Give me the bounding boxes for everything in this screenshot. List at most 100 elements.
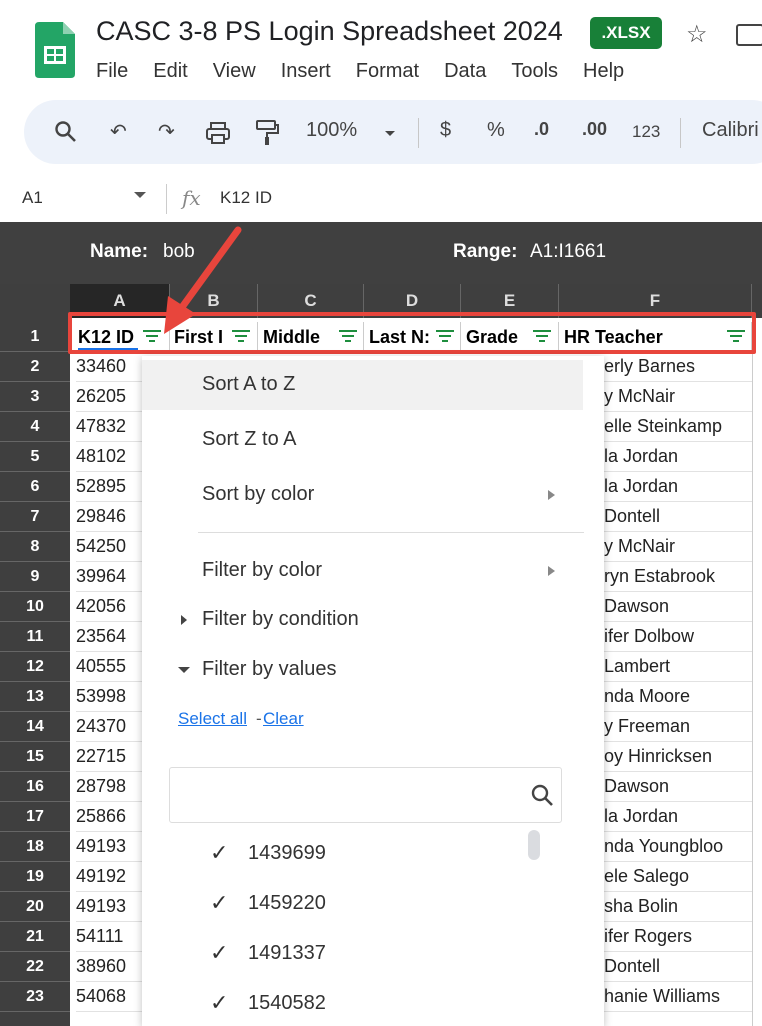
row-header[interactable]: 10 — [0, 592, 70, 622]
cell-k12-id[interactable]: 42056 — [76, 592, 142, 622]
value-option[interactable]: 1540582 — [248, 992, 326, 1015]
name-box[interactable]: A1 — [22, 188, 43, 208]
cell-k12-id[interactable]: 22715 — [76, 742, 142, 772]
cell-k12-id[interactable]: 29846 — [76, 502, 142, 532]
cell-hr-teacher[interactable]: erly Barnes — [604, 352, 752, 382]
cell-k12-id[interactable]: 49193 — [76, 832, 142, 862]
row-header[interactable]: 11 — [0, 622, 70, 652]
row-header[interactable]: 5 — [0, 442, 70, 472]
cell-k12-id[interactable]: 23564 — [76, 622, 142, 652]
value-option[interactable]: 1439699 — [248, 842, 326, 865]
checkmark-icon[interactable]: ✓ — [210, 840, 228, 866]
value-option[interactable]: 1491337 — [248, 942, 326, 965]
cell-k12-id[interactable]: 33460 — [76, 352, 142, 382]
row-header[interactable]: 20 — [0, 892, 70, 922]
sheets-logo-icon[interactable] — [35, 22, 75, 78]
filter-by-condition[interactable]: Filter by condition — [202, 608, 359, 631]
menu-file[interactable]: File — [96, 60, 128, 83]
cell-hr-teacher[interactable]: nda Youngbloo — [604, 832, 752, 862]
currency-button[interactable]: $ — [440, 119, 451, 142]
clear-link[interactable]: Clear — [263, 709, 304, 729]
row-header[interactable]: 8 — [0, 532, 70, 562]
formula-input[interactable]: K12 ID — [220, 188, 272, 208]
cell-k12-id[interactable]: 38960 — [76, 952, 142, 982]
cell-hr-teacher[interactable]: nda Moore — [604, 682, 752, 712]
sort-z-to-a[interactable]: Sort Z to A — [202, 428, 296, 451]
range-value[interactable]: A1:I1661 — [530, 241, 606, 263]
cell-k12-id[interactable]: 54111 — [76, 922, 142, 952]
move-folder-icon[interactable] — [736, 24, 762, 46]
cell-hr-teacher[interactable]: Lambert — [604, 652, 752, 682]
cell-hr-teacher[interactable]: ele Salego — [604, 862, 752, 892]
row-header[interactable]: 7 — [0, 502, 70, 532]
row-header[interactable]: 23 — [0, 982, 70, 1012]
redo-icon[interactable]: ↷ — [158, 119, 175, 144]
cell-k12-id[interactable]: 52895 — [76, 472, 142, 502]
cell-k12-id[interactable]: 28798 — [76, 772, 142, 802]
menu-data[interactable]: Data — [444, 60, 486, 83]
cell-k12-id[interactable]: 39964 — [76, 562, 142, 592]
cell-k12-id[interactable]: 54250 — [76, 532, 142, 562]
cell-hr-teacher[interactable]: Dawson — [604, 772, 752, 802]
row-header[interactable]: 3 — [0, 382, 70, 412]
percent-button[interactable]: % — [487, 119, 505, 142]
row-header[interactable]: 12 — [0, 652, 70, 682]
row-header[interactable]: 4 — [0, 412, 70, 442]
cell-hr-teacher[interactable]: y McNair — [604, 532, 752, 562]
menu-format[interactable]: Format — [356, 60, 419, 83]
zoom-caret-icon[interactable] — [385, 131, 395, 136]
undo-icon[interactable]: ↶ — [110, 119, 127, 144]
cell-hr-teacher[interactable]: oy Hinricksen — [604, 742, 752, 772]
name-box-caret-icon[interactable] — [134, 192, 146, 198]
cell-hr-teacher[interactable]: sha Bolin — [604, 892, 752, 922]
decrease-decimal-button[interactable]: .0 — [534, 119, 549, 140]
cell-hr-teacher[interactable]: Dawson — [604, 592, 752, 622]
increase-decimal-button[interactable]: .00 — [582, 119, 607, 140]
menu-help[interactable]: Help — [583, 60, 624, 83]
checkmark-icon[interactable]: ✓ — [210, 990, 228, 1016]
sort-by-color[interactable]: Sort by color — [202, 483, 314, 506]
row-header[interactable]: 21 — [0, 922, 70, 952]
sort-a-to-z[interactable]: Sort A to Z — [202, 373, 295, 396]
more-formats-button[interactable]: 123 — [632, 122, 660, 142]
cell-k12-id[interactable]: 53998 — [76, 682, 142, 712]
cell-hr-teacher[interactable]: ifer Dolbow — [604, 622, 752, 652]
cell-hr-teacher[interactable]: y McNair — [604, 382, 752, 412]
row-header[interactable]: 17 — [0, 802, 70, 832]
menu-insert[interactable]: Insert — [281, 60, 331, 83]
filter-by-values[interactable]: Filter by values — [202, 658, 337, 681]
star-icon[interactable]: ☆ — [686, 20, 708, 49]
cell-hr-teacher[interactable]: elle Steinkamp — [604, 412, 752, 442]
cell-k12-id[interactable]: 48102 — [76, 442, 142, 472]
menu-edit[interactable]: Edit — [153, 60, 187, 83]
cell-hr-teacher[interactable]: Dontell — [604, 952, 752, 982]
paint-format-icon[interactable] — [255, 119, 279, 147]
cell-hr-teacher[interactable]: la Jordan — [604, 802, 752, 832]
checkmark-icon[interactable]: ✓ — [210, 940, 228, 966]
search-icon[interactable] — [54, 120, 78, 144]
menu-view[interactable]: View — [213, 60, 256, 83]
expand-arrow-icon[interactable] — [181, 615, 187, 625]
row-header[interactable]: 16 — [0, 772, 70, 802]
menu-tools[interactable]: Tools — [511, 60, 558, 83]
cell-hr-teacher[interactable]: hanie Williams — [604, 982, 752, 1012]
row-header[interactable]: 2 — [0, 352, 70, 382]
cell-hr-teacher[interactable]: la Jordan — [604, 442, 752, 472]
cell-hr-teacher[interactable]: y Freeman — [604, 712, 752, 742]
checkmark-icon[interactable]: ✓ — [210, 890, 228, 916]
cell-hr-teacher[interactable]: ifer Rogers — [604, 922, 752, 952]
cell-k12-id[interactable]: 26205 — [76, 382, 142, 412]
print-icon[interactable] — [205, 121, 231, 145]
row-header[interactable]: 15 — [0, 742, 70, 772]
row-header[interactable]: 22 — [0, 952, 70, 982]
cell-hr-teacher[interactable]: ryn Estabrook — [604, 562, 752, 592]
values-scrollbar[interactable] — [528, 830, 540, 860]
row-header[interactable]: 6 — [0, 472, 70, 502]
values-search-input[interactable] — [169, 767, 562, 823]
document-title[interactable]: CASC 3-8 PS Login Spreadsheet 2024 — [96, 16, 563, 47]
cell-k12-id[interactable]: 54068 — [76, 982, 142, 1012]
select-all-link[interactable]: Select all — [178, 709, 247, 729]
row-header[interactable]: 13 — [0, 682, 70, 712]
font-select[interactable]: Calibri — [702, 119, 759, 142]
row-header[interactable]: 1 — [0, 322, 70, 352]
